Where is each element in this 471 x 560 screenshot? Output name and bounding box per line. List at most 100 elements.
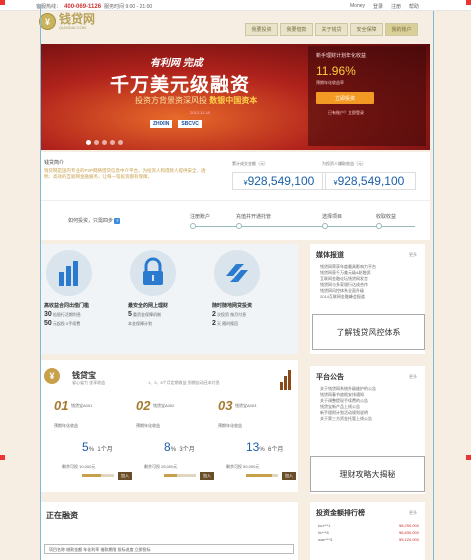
investor-earnings-number: 928,549,100 — [337, 174, 405, 188]
login-link[interactable]: 登录 — [373, 3, 383, 10]
list-item[interactable]: 关于第三方资金托管上线公告 — [320, 416, 419, 422]
product-join-button[interactable]: 加入 — [118, 472, 132, 480]
notice-title: 平台公告 — [316, 374, 344, 381]
feature-line: 2 次投资 按月付息 — [212, 311, 294, 318]
banner-partner-logos: ZHIXIN SBCVC — [150, 120, 202, 128]
financing-table-header: 项目名称 借款金额 年化利率 借款期限 投标进度 立即投标 — [44, 544, 294, 554]
process-question[interactable]: 如何投资，只需四步 ? — [68, 217, 121, 224]
nav-account[interactable]: 我的账户 — [385, 23, 418, 36]
selection-handle[interactable] — [0, 0, 5, 5]
step-label: 选择项目 — [322, 214, 343, 220]
site-logo[interactable]: ¥ 钱贷网 QIANDAI.COM — [39, 13, 95, 30]
logo-coin-icon: ¥ — [39, 13, 56, 30]
nav-about[interactable]: 关于钱贷 — [315, 23, 348, 36]
nav-borrow[interactable]: 我要借款 — [280, 23, 313, 36]
product-number: 02 — [136, 398, 151, 413]
feature-number: 30 — [44, 311, 52, 318]
notice-list: 关于钱贷网系统升级维护的公告 钱贷网春节放假安排通知 关于调整提现手续费的公告 … — [310, 382, 425, 422]
banner-subline-highlight: 数银中国资本 — [209, 96, 258, 105]
product-term: 3个月 — [179, 447, 195, 453]
strategy-ad[interactable]: 理财攻略大揭秘 — [310, 456, 425, 492]
help-link[interactable]: 帮助 — [409, 3, 419, 10]
step-dot — [190, 223, 196, 229]
rank-list: tou***1 ¥8,250,000 lic***8 ¥6,830,000 wan*… — [310, 518, 425, 543]
promo-panel: 新手理财计划年化收益 11.96% 预期年化收益率 立即投资 已有账户？立即登录 — [308, 46, 426, 146]
product-name: 钱贷宝A003 — [235, 403, 257, 408]
invest-now-button[interactable]: 立即投资 — [316, 92, 374, 104]
nav-invest[interactable]: 我要投资 — [245, 23, 278, 36]
qiandaibao-panel: ¥ 钱贷宝 省心省力 坐享收益 1、3、6个月定期收益 到期自动还本付息 01 … — [40, 360, 298, 492]
product-name: 钱贷宝A002 — [153, 403, 175, 408]
product-progress-fill — [82, 474, 102, 477]
product-number: 03 — [218, 398, 233, 413]
rank-user: wan***3 — [318, 537, 333, 542]
lock-icon — [130, 250, 176, 296]
partner-logo-sbcvc: SBCVC — [178, 120, 202, 128]
rank-user: tou***1 — [318, 523, 331, 528]
notice-more-link[interactable]: 更多 — [409, 374, 417, 380]
platform-notices: 更多 平台公告 关于钱贷网系统升级维护的公告 钱贷网春节放假安排通知 关于调整提现… — [310, 366, 425, 494]
product-progress — [164, 474, 196, 477]
product-desc: 预期年化收益 — [54, 423, 78, 428]
total-volume-number: 928,549,100 — [247, 174, 315, 188]
feature-title: 最安全的网上理财 — [128, 303, 169, 309]
product-meta: 剩余可投 50,000元 — [226, 464, 260, 469]
step-label: 充值并开通托管 — [236, 214, 272, 220]
carousel-dots — [86, 140, 123, 145]
product-rate: 8% 3个月 — [164, 440, 195, 454]
hotline: 客服热线： 400-069-1126 服务时间 9:00 - 21:00 — [36, 3, 153, 11]
list-item: wan***3 ¥5,120,000 — [318, 536, 419, 543]
banner-date: 2013.11.18 — [190, 110, 210, 115]
list-item[interactable]: 2014互联网金融峰会报道 — [320, 294, 419, 300]
investor-earnings-label: 为投资人赚取收益（元） — [322, 161, 366, 166]
qiandaibao-logo-icon: ¥ — [44, 368, 60, 384]
top-link-money[interactable]: Money — [350, 3, 365, 10]
product-join-button[interactable]: 加入 — [282, 472, 296, 480]
rank-more-link[interactable]: 更多 — [409, 510, 417, 516]
selection-handle[interactable] — [466, 455, 471, 460]
rank-header: 更多 投资金额排行榜 — [310, 502, 425, 518]
main-nav: 我要投资 我要借款 关于钱贷 安全保障 我的账户 — [245, 23, 418, 36]
risk-control-ad[interactable]: 了解钱贷风控体系 — [312, 314, 425, 350]
selection-handle[interactable] — [466, 0, 471, 5]
product-number: 01 — [54, 398, 69, 413]
banner-subline-prefix: 投资方背景资深风投 — [135, 96, 207, 105]
intro-title: 钱贷简介 — [44, 160, 65, 166]
step-label: 收取收益 — [376, 214, 397, 220]
product-card: 03 钱贷宝A003 预期年化收益 13% 6个月 剩余可投 50,000元 加… — [218, 398, 298, 480]
media-more-link[interactable]: 更多 — [409, 252, 417, 258]
product-meta: 剩余可投 10,000元 — [62, 464, 96, 469]
step-earn: 收取收益 — [376, 213, 426, 229]
hero-banner[interactable]: 有利网 完成 千万美元级融资 投资方背景资深风投 数银中国资本 2013.11.… — [40, 44, 430, 150]
product-term: 1个月 — [97, 447, 113, 453]
process-steps: 注册账户 充值并开通托管 选择项目 收取收益 — [190, 213, 430, 233]
promo-login-link[interactable]: 已有账户？立即登录 — [328, 110, 418, 116]
decor-bars-icon — [280, 370, 294, 390]
product-term: 6个月 — [268, 447, 284, 453]
selection-handle[interactable] — [0, 455, 5, 460]
product-rate: 13% 6个月 — [246, 440, 283, 454]
feature-text: 重资金保障机制 — [133, 312, 162, 317]
step-register: 注册账户 — [190, 213, 240, 229]
feature-high-yield: 高收益合同出借门槛 30 倍银行活期利息 50 元起投 0手续费 — [44, 250, 126, 327]
top-bar: 客服热线： 400-069-1126 服务时间 9:00 - 21:00 Mon… — [0, 0, 471, 11]
financing-title: 正在融资 — [46, 511, 78, 520]
step-dot — [376, 223, 382, 229]
service-hours: 服务时间 9:00 - 21:00 — [104, 4, 153, 10]
carousel-dot[interactable] — [102, 140, 107, 145]
register-link[interactable]: 注册 — [391, 3, 401, 10]
banner-subline: 投资方背景资深风投 数银中国资本 — [135, 95, 257, 106]
carousel-dot[interactable] — [94, 140, 99, 145]
product-join-button[interactable]: 加入 — [200, 472, 214, 480]
carousel-dot[interactable] — [118, 140, 123, 145]
bar-chart-icon — [46, 250, 92, 296]
carousel-dot[interactable] — [110, 140, 115, 145]
nav-security[interactable]: 安全保障 — [350, 23, 383, 36]
carousel-dot[interactable] — [86, 140, 91, 145]
hotline-number: 400-069-1126 — [64, 3, 102, 10]
product-progress — [246, 474, 278, 477]
feature-text: 元起投 0手续费 — [52, 321, 81, 326]
banner-headline: 千万美元级融资 — [110, 75, 251, 96]
financing-panel: 正在融资 项目名称 借款金额 年化利率 借款期限 投标进度 立即投标 — [40, 502, 298, 560]
product-desc: 预期年化收益 — [136, 423, 160, 428]
